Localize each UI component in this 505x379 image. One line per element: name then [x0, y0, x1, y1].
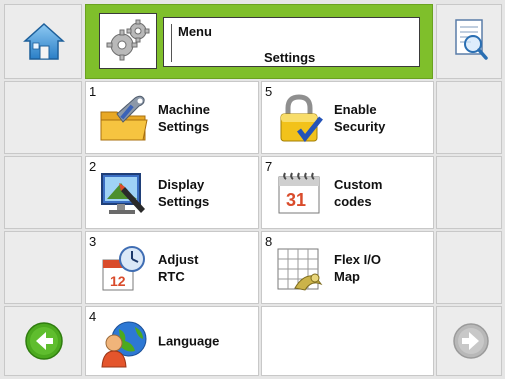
menu-item-enable-security[interactable]: 5 Enable Security — [261, 81, 434, 154]
menu-item-label: Adjust RTC — [158, 251, 199, 284]
gears-icon — [106, 19, 150, 61]
menu-item-label: Display Settings — [158, 176, 210, 209]
grid-map-icon — [277, 248, 323, 291]
left-spacer-3 — [4, 231, 82, 304]
arrow-right-icon — [453, 323, 489, 359]
menu-item-label: Language — [158, 333, 220, 349]
globe-person-icon — [101, 321, 147, 368]
padlock-icon — [280, 94, 323, 143]
menu-item-number: 1 — [89, 84, 97, 99]
back-button[interactable] — [4, 306, 82, 376]
page-subtitle: Settings — [264, 50, 316, 65]
menu-item-label: Flex I/O Map — [334, 251, 381, 284]
menu-item-number: 8 — [265, 234, 273, 249]
svg-text:31: 31 — [286, 190, 306, 210]
menu-item-adjust-rtc[interactable]: 3 12 Adjust RTC — [85, 231, 259, 304]
menu-item-language[interactable]: 4 Language — [85, 306, 259, 376]
forward-button[interactable] — [436, 306, 502, 376]
monitor-icon — [101, 173, 145, 214]
settings-menu-screen: Menu Settings 1 Machine Settings 2 Displ… — [0, 0, 505, 379]
title-panel: Menu Settings — [163, 17, 420, 67]
calendar-31-icon: 31 — [278, 172, 320, 214]
document-search-icon — [455, 19, 488, 60]
menu-item-number: 3 — [89, 234, 97, 249]
svg-text:12: 12 — [110, 273, 126, 289]
title-divider — [171, 24, 172, 62]
menu-item-number: 2 — [89, 159, 97, 174]
left-spacer-2 — [4, 156, 82, 229]
left-spacer-1 — [4, 81, 82, 154]
right-spacer-3 — [436, 231, 502, 304]
page-title: Menu — [178, 24, 212, 39]
menu-item-number: 5 — [265, 84, 273, 99]
menu-item-number: 4 — [89, 309, 97, 324]
menu-item-label: Custom codes — [334, 176, 383, 209]
calendar-clock-icon: 12 — [102, 246, 145, 291]
menu-item-custom-codes[interactable]: 7 31 Custom codes — [261, 156, 434, 229]
menu-item-label: Enable Security — [334, 101, 386, 134]
menu-item-number: 7 — [265, 159, 273, 174]
menu-item-flex-io-map[interactable]: 8 Flex I/O Map — [261, 231, 434, 304]
settings-gears-icon-box — [99, 13, 157, 69]
right-spacer-1 — [436, 81, 502, 154]
home-button[interactable] — [4, 4, 82, 79]
menu-item-machine-settings[interactable]: 1 Machine Settings — [85, 81, 259, 154]
right-spacer-2 — [436, 156, 502, 229]
arrow-left-icon — [25, 322, 63, 360]
menu-item-label: Machine Settings — [158, 101, 211, 134]
empty-menu-slot — [261, 306, 434, 376]
home-icon — [23, 22, 65, 60]
preview-button[interactable] — [436, 4, 502, 79]
wrench-folder-icon — [100, 95, 148, 141]
menu-item-display-settings[interactable]: 2 Display Settings — [85, 156, 259, 229]
